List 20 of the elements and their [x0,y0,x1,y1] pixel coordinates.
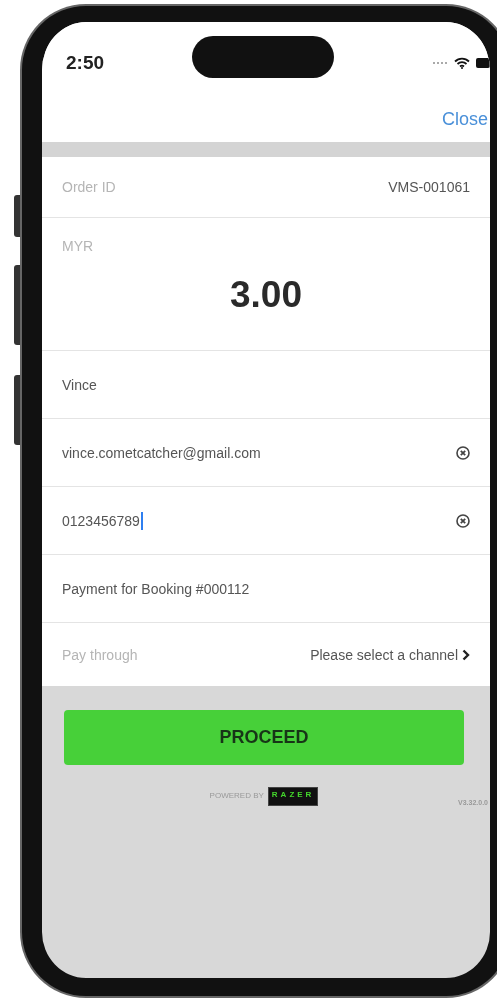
input-field[interactable]: 0123456789 [62,511,448,530]
brand-logo: RAZER [267,787,319,806]
battery-icon [476,58,490,68]
clear-icon[interactable] [456,513,470,528]
signal-icon [432,61,448,65]
status-time: 2:50 [66,52,105,74]
input-field[interactable]: Vince [62,376,470,393]
chevron-right-icon [462,648,470,661]
pay-through-label: Pay through [62,646,138,663]
text-cursor [140,511,143,530]
input-field[interactable]: vince.cometcatcher@gmail.com [62,444,448,461]
order-id-label: Order ID [62,179,116,195]
amount-value: 3.00 [230,274,302,316]
channel-selector[interactable]: Please select a channel [310,646,458,663]
currency-label: MYR [62,238,95,254]
proceed-button[interactable]: PROCEED [64,710,464,765]
input-field[interactable]: Payment for Booking #000112 [62,580,470,597]
wifi-icon [454,57,470,69]
clear-icon[interactable] [456,445,470,460]
order-id-value: VMS-001061 [388,179,470,195]
